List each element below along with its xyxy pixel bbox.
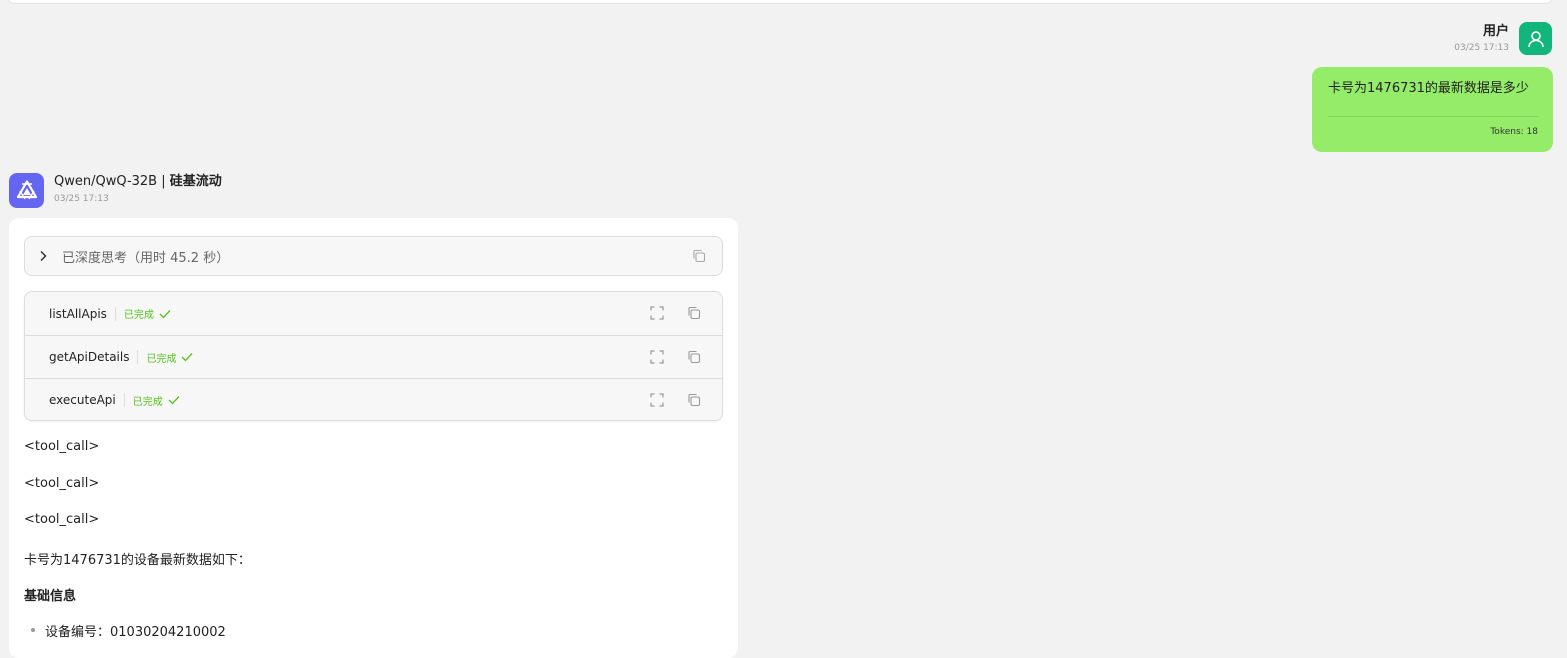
copy-icon[interactable]	[691, 248, 707, 264]
expand-icon[interactable]	[650, 306, 664, 320]
divider	[1328, 116, 1538, 117]
qwen-logo-icon	[15, 179, 39, 203]
tool-status: 已完成	[123, 310, 154, 321]
thinking-panel[interactable]: 已深度思考（用时 45.2 秒）	[24, 236, 723, 276]
provider-name: 硅基流动	[169, 174, 222, 189]
user-message-time: 03/25 17:13	[1454, 43, 1509, 53]
tool-call-row[interactable]: getApiDetails 已完成	[25, 335, 722, 378]
tool-status: 已完成	[132, 396, 163, 408]
list-bullet	[31, 628, 35, 632]
token-count: Tokens: 18	[1490, 127, 1538, 137]
message-paragraph: <tool_call>	[24, 512, 100, 527]
tool-status: 已完成	[146, 353, 177, 365]
assistant-message-card: 已深度思考（用时 45.2 秒） listAllApis 已完成 getApiD…	[9, 218, 738, 658]
message-paragraph: <tool_call>	[24, 476, 100, 491]
divider	[123, 393, 125, 407]
copy-icon[interactable]	[686, 349, 702, 365]
thinking-label: 已深度思考（用时 45.2 秒）	[62, 250, 230, 266]
tool-calls-panel: listAllApis 已完成 getApiDetails 已完成 execut…	[24, 291, 723, 421]
copy-icon[interactable]	[686, 305, 702, 321]
divider	[114, 306, 116, 321]
chevron-right-icon[interactable]	[38, 250, 48, 262]
expand-icon[interactable]	[650, 393, 664, 407]
user-name: 用户	[1482, 24, 1509, 39]
tool-name: listAllApis	[49, 306, 107, 321]
tool-name: executeApi	[49, 393, 116, 407]
user-message-text: 卡号为1476731的最新数据是多少	[1328, 81, 1529, 96]
divider	[137, 350, 139, 364]
message-paragraph: 卡号为1476731的设备最新数据如下：	[24, 553, 251, 568]
check-icon	[181, 352, 193, 362]
tool-name: getApiDetails	[49, 350, 130, 364]
user-avatar[interactable]	[1519, 22, 1552, 55]
user-message-bubble: 卡号为1476731的最新数据是多少 Tokens: 18	[1312, 67, 1553, 152]
section-heading: 基础信息	[24, 589, 77, 604]
user-icon	[1526, 29, 1546, 49]
check-icon	[168, 395, 180, 405]
check-icon	[159, 309, 171, 319]
assistant-message-time: 03/25 17:13	[54, 194, 109, 204]
expand-icon[interactable]	[650, 350, 664, 364]
model-name: Qwen/QwQ-32B	[54, 174, 158, 189]
assistant-avatar[interactable]	[9, 173, 44, 208]
input-area-top	[8, 0, 1552, 4]
tool-call-row[interactable]: listAllApis 已完成	[25, 292, 722, 335]
tool-call-row[interactable]: executeApi 已完成	[25, 378, 722, 420]
user-message-header: 用户 03/25 17:13	[1454, 22, 1552, 56]
assistant-name: Qwen/QwQ-32B | 硅基流动	[54, 173, 222, 191]
name-separator: |	[161, 174, 166, 189]
message-paragraph: <tool_call>	[24, 439, 100, 454]
list-item: 设备编号：01030204210002	[45, 625, 226, 640]
copy-icon[interactable]	[686, 392, 702, 408]
